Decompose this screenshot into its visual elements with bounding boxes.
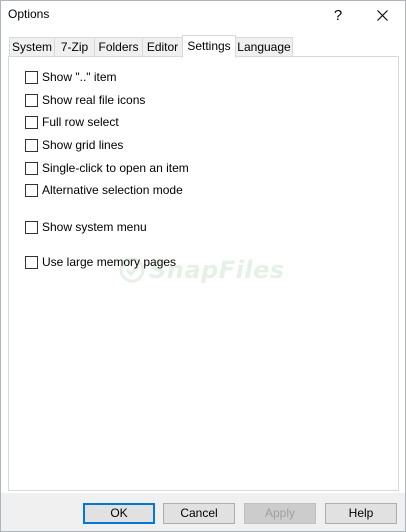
tab-label: Editor [146,40,179,54]
option-label: Show grid lines [42,138,124,152]
tab-label: Settings [187,39,231,53]
checkbox[interactable] [25,255,38,269]
title-bar[interactable]: Options ? [1,1,405,29]
option-show-real-file-icons[interactable]: Show real file icons [25,92,145,108]
option-label: Show real file icons [42,93,146,107]
help-button[interactable]: Help [325,503,397,524]
apply-button[interactable]: Apply [244,503,316,524]
option-alternative-selection-mode[interactable]: Alternative selection mode [25,182,183,198]
tab-label: 7-Zip [60,40,89,54]
tab-language[interactable]: Language [235,37,293,56]
options-dialog: Options ? System 7-Zip Folders Editor Se… [0,0,406,532]
ok-button[interactable]: OK [83,503,155,524]
help-icon: ? [333,6,343,24]
option-label: Show ".." item [42,70,117,84]
checkbox[interactable] [25,70,38,84]
option-show-system-menu[interactable]: Show system menu [25,219,147,235]
option-single-click-open[interactable]: Single-click to open an item [25,160,189,176]
checkbox[interactable] [25,115,38,129]
tab-system[interactable]: System [9,37,55,56]
checkbox[interactable] [25,161,38,175]
tab-editor[interactable]: Editor [142,37,183,56]
snapfiles-watermark: SnapFiles [119,253,309,287]
option-full-row-select[interactable]: Full row select [25,114,119,130]
option-label: Show system menu [42,220,147,234]
close-icon [376,9,388,21]
tab-label: Folders [98,40,139,54]
watermark-text: SnapFiles [149,256,285,284]
checkbox[interactable] [25,93,38,107]
option-show-dotdot-item[interactable]: Show ".." item [25,69,117,85]
tab-strip: System 7-Zip Folders Editor Settings Lan… [1,35,405,58]
option-label: Full row select [42,115,119,129]
checkbox[interactable] [25,183,38,197]
help-title-button[interactable]: ? [315,1,361,29]
cancel-button[interactable]: Cancel [163,503,235,524]
tab-folders[interactable]: Folders [94,37,143,56]
tab-label: Language [237,40,291,54]
tab-settings[interactable]: Settings [182,35,236,58]
option-label: Single-click to open an item [42,161,189,175]
close-button[interactable] [359,1,405,29]
option-show-grid-lines[interactable]: Show grid lines [25,137,123,153]
option-label: Alternative selection mode [42,183,183,197]
checkbox[interactable] [25,220,38,234]
tab-7zip[interactable]: 7-Zip [54,37,95,56]
tab-label: System [11,40,52,54]
window-title: Options [8,7,50,21]
checkbox[interactable] [25,138,38,152]
dialog-footer: OK Cancel Apply Help [1,493,405,531]
watermark-logo-icon [119,257,145,283]
